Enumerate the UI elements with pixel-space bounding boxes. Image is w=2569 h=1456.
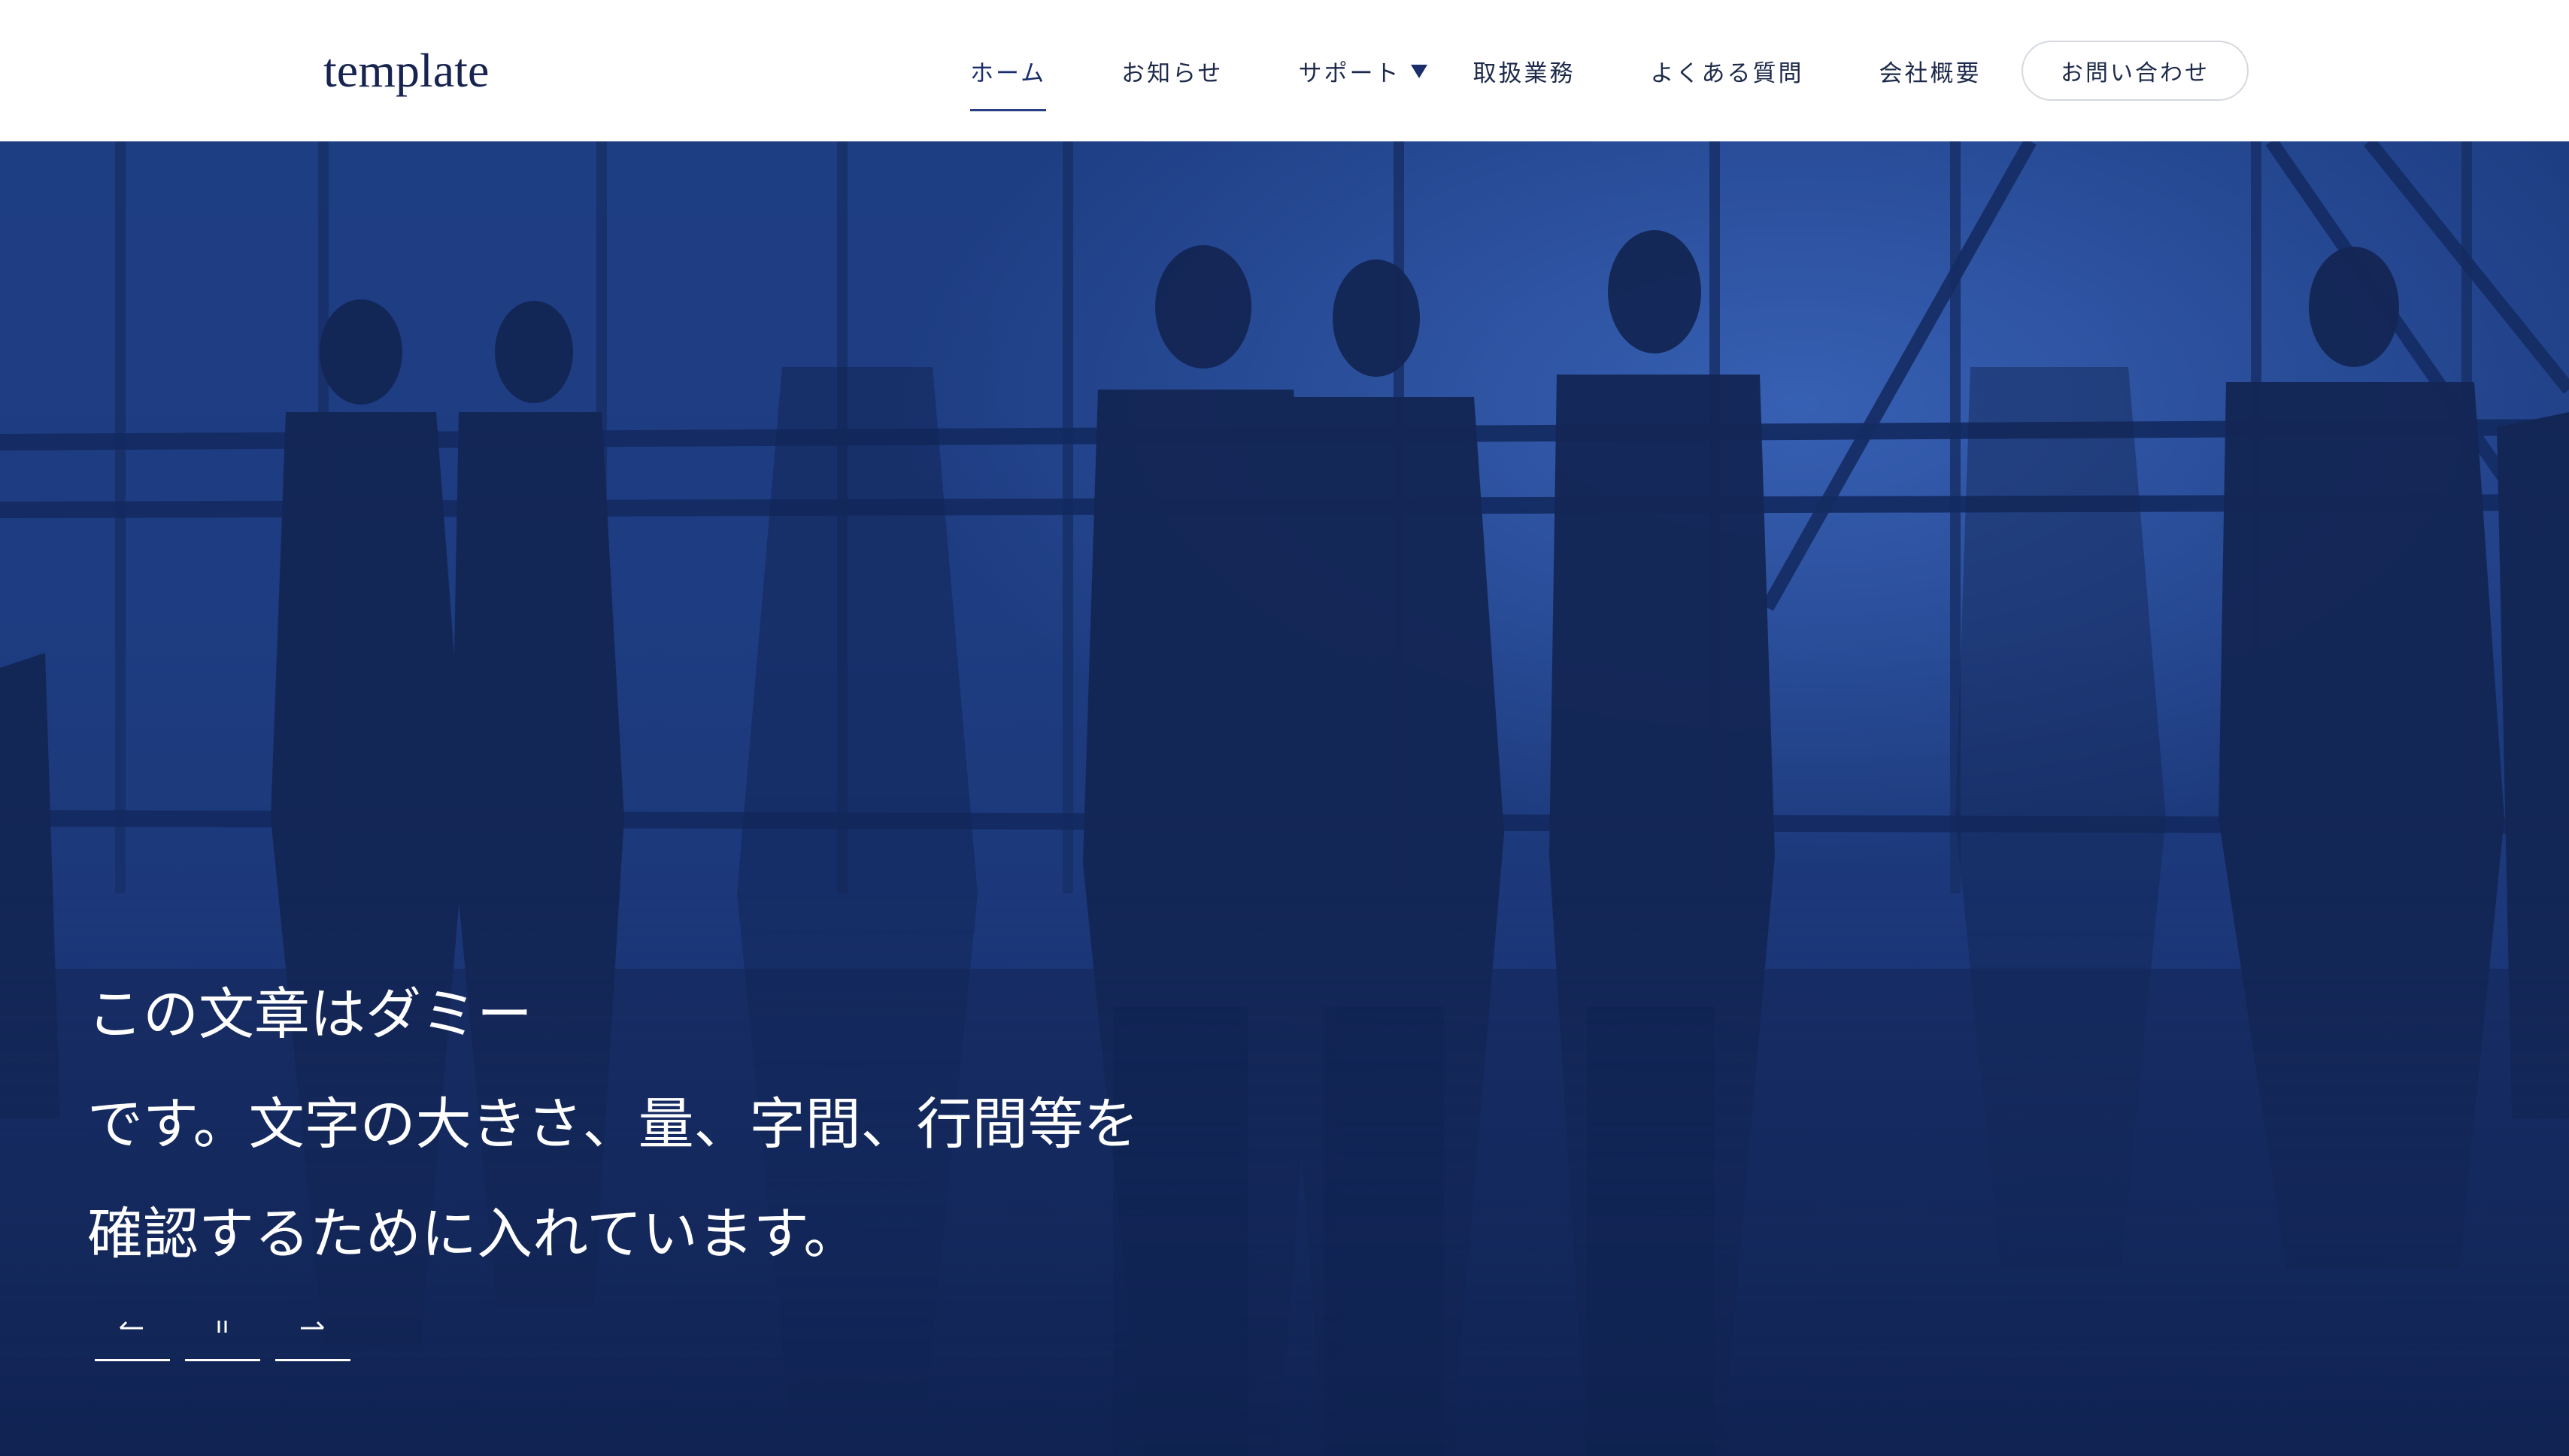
nav-item-news-label: お知らせ: [1121, 59, 1224, 87]
nav-item-faq-label: よくある質問: [1650, 59, 1804, 87]
nav-item-services[interactable]: 取扱業務: [1473, 0, 1575, 141]
site-header: template ホーム お知らせ サポート 取扱業務 よくある質問 会社概要 …: [0, 0, 2569, 141]
hero-slider: この文章はダミー です。文字の大きさ、量、字間、行間等を 確認するために入れてい…: [0, 141, 2569, 1456]
nav-item-support-label: サポート: [1298, 59, 1401, 87]
nav-item-news[interactable]: お知らせ: [1121, 0, 1223, 141]
slider-prev-button[interactable]: [95, 1312, 170, 1361]
nav-item-company[interactable]: 会社概要: [1879, 0, 1981, 141]
hero-headline: この文章はダミー です。文字の大きさ、量、字間、行間等を 確認するために入れてい…: [87, 960, 1139, 1289]
slider-next-button[interactable]: [275, 1312, 350, 1361]
nav-item-support[interactable]: サポート: [1298, 0, 1428, 141]
slider-controls: [95, 1312, 365, 1361]
nav-item-home-label: ホーム: [970, 59, 1047, 87]
contact-button[interactable]: お問い合わせ: [2022, 41, 2249, 101]
nav-item-faq[interactable]: よくある質問: [1650, 0, 1803, 141]
arrow-right-icon: [301, 1321, 325, 1330]
hero-headline-line-2: です。文字の大きさ、量、字間、行間等を: [87, 1092, 1139, 1157]
nav-item-services-label: 取扱業務: [1473, 59, 1576, 87]
nav-item-company-label: 会社概要: [1879, 59, 1982, 87]
hero-headline-line-1: この文章はダミー: [87, 982, 532, 1047]
nav-item-home[interactable]: ホーム: [955, 0, 1047, 141]
pause-icon: [217, 1321, 227, 1333]
arrow-left-icon: [119, 1321, 143, 1330]
slider-pause-button[interactable]: [185, 1312, 260, 1361]
site-logo[interactable]: template: [323, 38, 489, 104]
main-nav: ホーム お知らせ サポート 取扱業務 よくある質問 会社概要: [955, 0, 2056, 141]
chevron-down-icon: [1411, 65, 1428, 78]
hero-headline-line-3: 確認するために入れています。: [87, 1202, 860, 1266]
